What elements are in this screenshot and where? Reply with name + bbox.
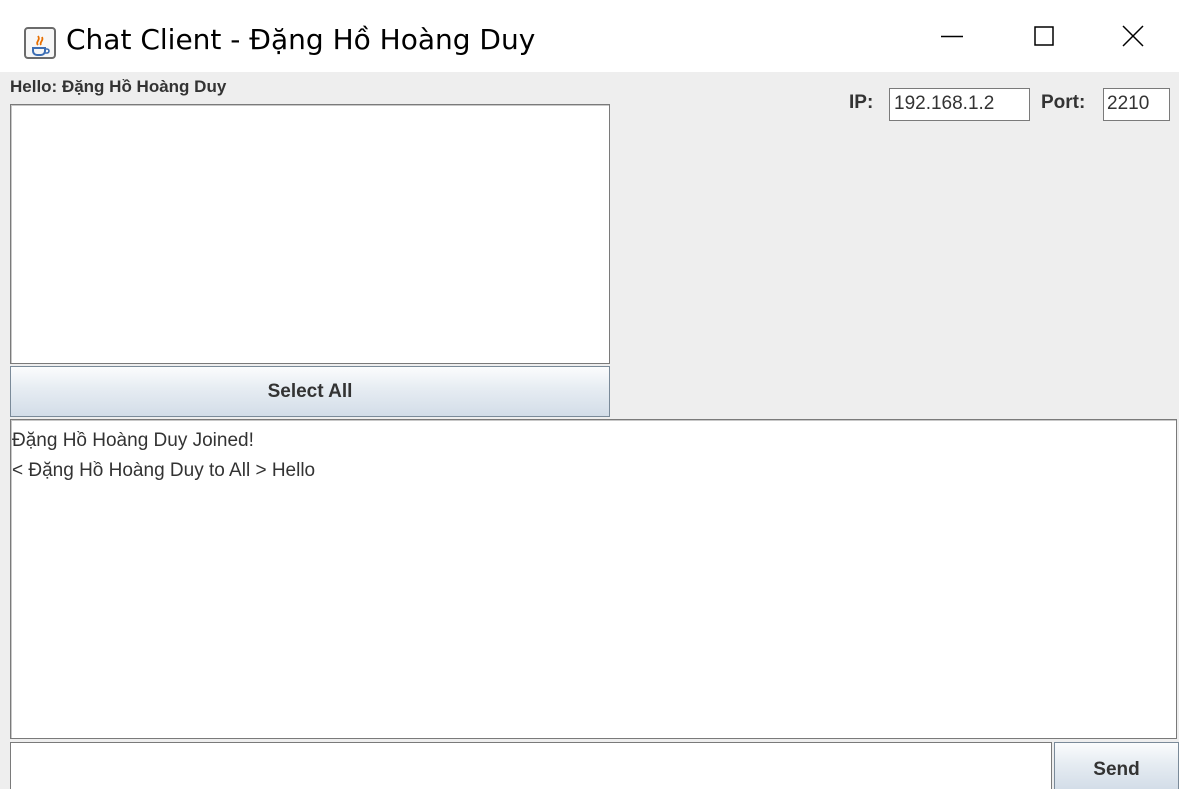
- port-field[interactable]: 2210: [1103, 88, 1170, 121]
- minimize-icon: [941, 35, 963, 38]
- close-icon: [1122, 25, 1144, 47]
- ip-label: IP:: [849, 92, 874, 113]
- online-users-list[interactable]: [10, 104, 610, 364]
- select-all-button[interactable]: Select All: [10, 366, 610, 417]
- title-bar[interactable]: Chat Client - Đặng Hồ Hoàng Duy: [0, 0, 1179, 72]
- minimize-button[interactable]: [906, 0, 998, 72]
- close-button[interactable]: [1087, 0, 1179, 72]
- maximize-button[interactable]: [998, 0, 1090, 72]
- message-input[interactable]: [10, 742, 1052, 789]
- maximize-icon: [1034, 26, 1054, 46]
- send-button[interactable]: Send: [1054, 742, 1179, 789]
- chat-message: Đặng Hồ Hoàng Duy Joined!: [12, 430, 254, 451]
- port-label: Port:: [1041, 92, 1086, 113]
- chat-log[interactable]: Đặng Hồ Hoàng Duy Joined! < Đặng Hồ Hoàn…: [10, 419, 1177, 739]
- java-cup-icon: [24, 27, 56, 59]
- greeting-label: Hello: Đặng Hồ Hoàng Duy: [10, 77, 227, 96]
- chat-message: < Đặng Hồ Hoàng Duy to All > Hello: [12, 460, 316, 481]
- ip-field[interactable]: 192.168.1.2: [889, 88, 1030, 121]
- chat-client-window: Chat Client - Đặng Hồ Hoàng Duy Hello: Đ…: [0, 0, 1179, 789]
- window-title: Chat Client - Đặng Hồ Hoàng Duy: [66, 23, 536, 56]
